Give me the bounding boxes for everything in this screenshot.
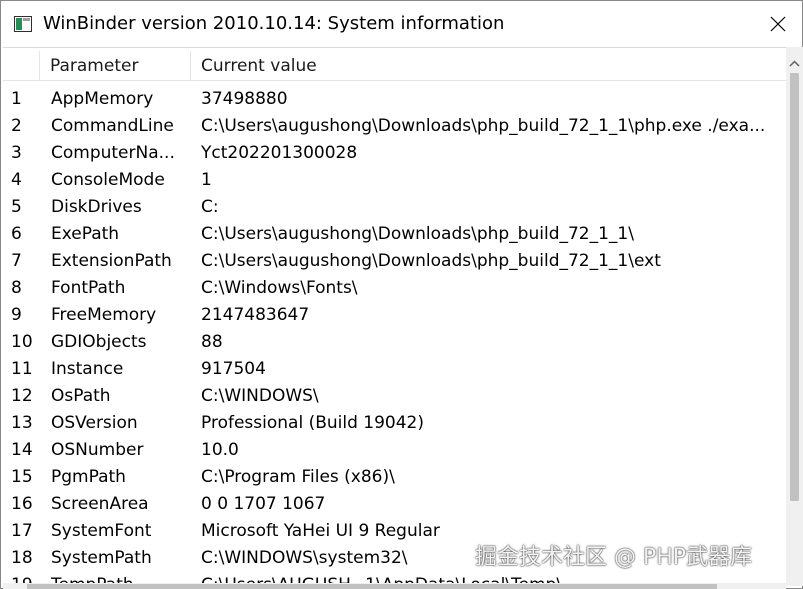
- parameter-cell: CommandLine: [51, 116, 174, 136]
- parameter-cell: ExtensionPath: [51, 251, 172, 271]
- row-number: 14: [11, 440, 33, 460]
- parameter-cell: FreeMemory: [51, 305, 157, 325]
- parameter-cell: ConsoleMode: [51, 170, 165, 190]
- parameter-cell: SystemFont: [51, 521, 152, 541]
- table-row[interactable]: 7 ExtensionPath C:\Users\augushong\Downloa…: [3, 248, 786, 275]
- chevron-up-icon: [789, 60, 800, 67]
- table-row[interactable]: 12 OsPath C:\WINDOWS\: [3, 383, 786, 410]
- parameter-cell: SystemPath: [51, 548, 152, 568]
- row-number: 4: [11, 170, 22, 190]
- parameter-cell: ScreenArea: [51, 494, 149, 514]
- close-icon: [770, 16, 786, 32]
- value-cell: C:\Users\augushong\Downloads\php_build_7…: [201, 224, 634, 244]
- row-number: 7: [11, 251, 22, 271]
- table-row[interactable]: 6 ExePath C:\Users\augushong\Downloads\php…: [3, 221, 786, 248]
- column-header-parameter[interactable]: Parameter: [40, 51, 191, 81]
- parameter-cell: OSNumber: [51, 440, 144, 460]
- table-row[interactable]: 10 GDIObjects 88: [3, 329, 786, 356]
- table-row[interactable]: 17 SystemFont Microsoft YaHei UI 9 Regular: [3, 518, 786, 545]
- table-row[interactable]: 2 CommandLine C:\Users\augushong\Downloads…: [3, 113, 786, 140]
- table-row[interactable]: 9 FreeMemory 2147483647: [3, 302, 786, 329]
- parameter-cell: ExePath: [51, 224, 120, 244]
- parameter-cell: Instance: [51, 359, 124, 379]
- parameter-cell: PgmPath: [51, 467, 126, 487]
- value-cell: Yct202201300028: [201, 143, 358, 163]
- column-header-value[interactable]: Current value: [191, 51, 786, 81]
- row-number: 17: [11, 521, 33, 541]
- value-cell: 2147483647: [201, 305, 310, 325]
- table-row[interactable]: 1 AppMemory 37498880: [3, 86, 786, 113]
- row-number: 13: [11, 413, 33, 433]
- table-row[interactable]: 4 ConsoleMode 1: [3, 167, 786, 194]
- parameter-cell: DiskDrives: [51, 197, 142, 217]
- parameter-cell: AppMemory: [51, 89, 154, 109]
- parameter-cell: GDIObjects: [51, 332, 147, 352]
- value-cell: C:\Windows\Fonts\: [201, 278, 358, 298]
- horizontal-scrollbar[interactable]: [3, 583, 786, 589]
- value-cell: 1: [201, 170, 212, 190]
- table-row[interactable]: 13 OSVersion Professional (Build 19042): [3, 410, 786, 437]
- value-cell: 10.0: [201, 440, 239, 460]
- value-cell: C:\WINDOWS\: [201, 386, 319, 406]
- list-rows: 1 AppMemory 37498880 2 CommandLine C:\Users\a…: [3, 86, 786, 586]
- parameter-cell: ComputerNa...: [51, 143, 175, 163]
- row-number: 5: [11, 197, 22, 217]
- table-row[interactable]: 16 ScreenArea 0 0 1707 1067: [3, 491, 786, 518]
- row-number: 2: [11, 116, 22, 136]
- row-number: 8: [11, 278, 22, 298]
- system-info-window: WinBinder version 2010.10.14: System inf…: [0, 0, 803, 589]
- table-row[interactable]: 5 DiskDrives C:: [3, 194, 786, 221]
- value-cell: Professional (Build 19042): [201, 413, 424, 433]
- table-row[interactable]: 8 FontPath C:\Windows\Fonts\: [3, 275, 786, 302]
- row-number: 10: [11, 332, 33, 352]
- list-header: Parameter Current value: [3, 51, 786, 81]
- row-number: 12: [11, 386, 33, 406]
- value-cell: C:\Program Files (x86)\: [201, 467, 395, 487]
- parameter-cell: OSVersion: [51, 413, 138, 433]
- value-cell: C:: [201, 197, 219, 217]
- value-cell: Microsoft YaHei UI 9 Regular: [201, 521, 440, 541]
- system-info-list[interactable]: Parameter Current value 1 AppMemory 374988…: [3, 47, 786, 586]
- row-number: 15: [11, 467, 33, 487]
- title-bar[interactable]: WinBinder version 2010.10.14: System inf…: [1, 1, 802, 47]
- row-number: 16: [11, 494, 33, 514]
- vertical-scrollbar[interactable]: [786, 47, 803, 586]
- table-row[interactable]: 11 Instance 917504: [3, 356, 786, 383]
- row-number: 3: [11, 143, 22, 163]
- window-app-icon: [14, 16, 32, 32]
- scroll-up-button[interactable]: [786, 55, 803, 72]
- horizontal-scroll-thumb[interactable]: [27, 584, 717, 589]
- row-number: 1: [11, 89, 22, 109]
- watermark-text: 掘金技术社区 @ PHP武器库: [475, 545, 753, 570]
- vertical-scroll-thumb[interactable]: [790, 73, 799, 501]
- value-cell: C:\Users\augushong\Downloads\php_build_7…: [201, 251, 661, 271]
- row-number: 6: [11, 224, 22, 244]
- value-cell: 88: [201, 332, 223, 352]
- parameter-cell: OsPath: [51, 386, 111, 406]
- close-button[interactable]: [755, 1, 801, 47]
- value-cell: 37498880: [201, 89, 288, 109]
- parameter-cell: FontPath: [51, 278, 126, 298]
- column-header-number[interactable]: [3, 51, 40, 81]
- table-row[interactable]: 14 OSNumber 10.0: [3, 437, 786, 464]
- value-cell: C:\Users\augushong\Downloads\php_build_7…: [201, 116, 766, 136]
- row-number: 9: [11, 305, 22, 325]
- window-title: WinBinder version 2010.10.14: System inf…: [43, 13, 505, 34]
- table-row[interactable]: 15 PgmPath C:\Program Files (x86)\: [3, 464, 786, 491]
- row-number: 11: [11, 359, 33, 379]
- row-number: 18: [11, 548, 33, 568]
- value-cell: 0 0 1707 1067: [201, 494, 326, 514]
- value-cell: 917504: [201, 359, 266, 379]
- table-row[interactable]: 3 ComputerNa... Yct202201300028: [3, 140, 786, 167]
